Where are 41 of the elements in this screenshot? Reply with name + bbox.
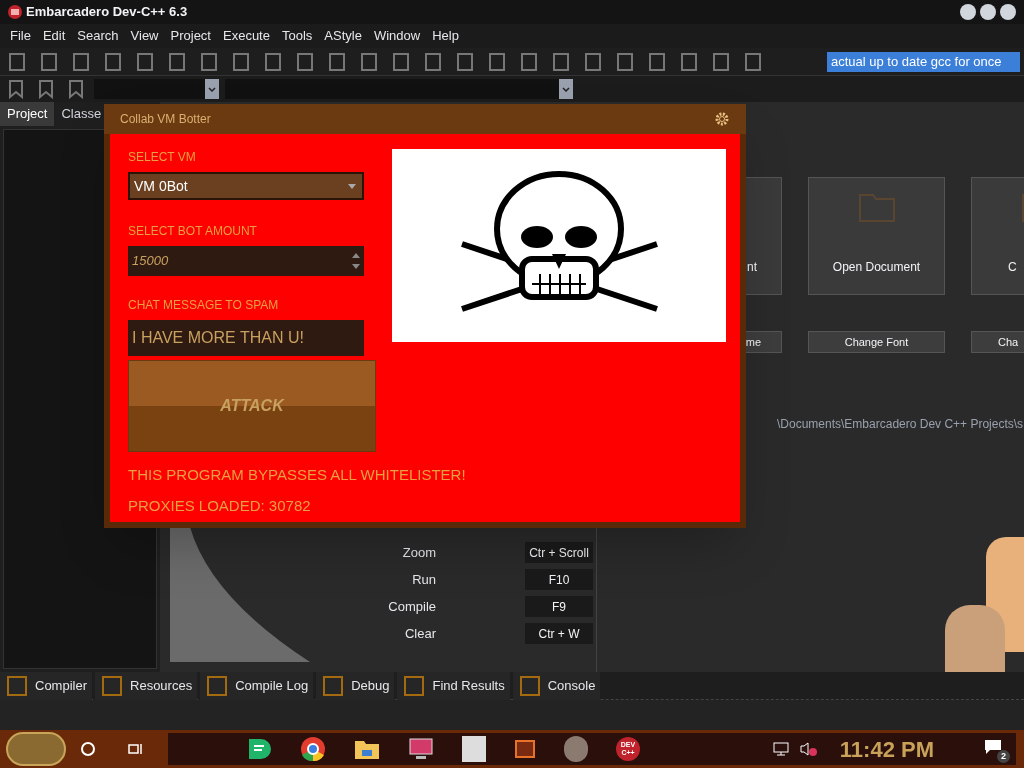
clock[interactable]: 11:42 PM [839,732,934,766]
menu-item[interactable]: Search [71,26,125,46]
notification-count: 2 [997,750,1010,763]
vm-dropdown[interactable]: VM 0Bot [128,172,364,200]
menu-item[interactable]: Project [164,26,217,46]
shortcut-action: Zoom [401,543,436,562]
card-label: Open Document [832,259,921,276]
field-label: SELECT VM [128,149,197,166]
shortcut-action: Compile [387,597,436,616]
menu-item[interactable]: Tools [275,26,319,46]
shortcut-keys: F10 [525,569,593,590]
shortcut-action: Clear [403,624,436,643]
panel-tab[interactable]: Classe [54,102,109,126]
field-label: CHAT MESSAGE TO SPAM [128,297,280,314]
menu-item[interactable]: Execute [217,26,276,46]
action-card[interactable]: Open Document [808,177,945,295]
shortcut-keys: F9 [525,596,593,617]
shortcut-action: Run [411,570,436,589]
message-input[interactable]: I HAVE MORE THAN U! [128,320,364,356]
menu-item[interactable]: AStyle [318,26,368,46]
menu-item[interactable]: File [4,26,37,46]
action-card[interactable]: C [971,177,1024,295]
menu-item[interactable]: Help [426,26,465,46]
status-message: THIS PROGRAM BYPASSES ALL WHITELISTER! [128,465,467,485]
shortcut-keys: Ctr + Scroll [525,542,593,563]
field-label: SELECT BOT AMOUNT [128,223,258,240]
panel-tab[interactable]: Project [0,102,55,126]
menu-item[interactable]: Window [367,26,427,46]
menu-item[interactable]: Edit [36,26,72,46]
dialog-title: Collab VM Botter [120,111,211,128]
card-label: nt [747,259,757,276]
status-message: PROXIES LOADED: 30782 [128,495,312,516]
comment-field[interactable]: actual up to date gcc for once [827,51,1020,72]
projects-path: \Documents\Embarcadero Dev C++ Projects\s [777,416,1024,433]
card-label: C [1008,259,1017,276]
menu-item[interactable]: View [124,26,165,46]
bot-amount-spinner[interactable]: 15000 [128,246,364,276]
shortcut-keys: Ctr + W [525,623,593,644]
welcome-button[interactable]: Cha [971,331,1024,353]
window-title: Embarcadero Dev-C++ 6.3 [26,3,188,22]
welcome-button[interactable]: Change Font [808,331,945,353]
